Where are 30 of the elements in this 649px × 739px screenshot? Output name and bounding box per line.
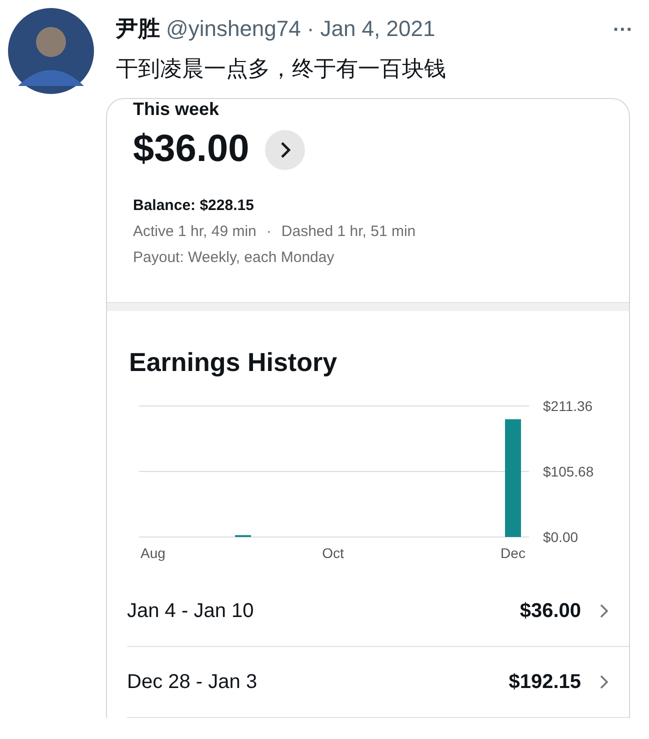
week-range: Dec 28 - Jan 3 (127, 670, 258, 694)
separator-dot: · (266, 223, 272, 240)
y-axis-label: $0.00 (543, 529, 578, 545)
x-axis-label: Dec (500, 545, 526, 561)
payout-text: Payout: Weekly, each Monday (133, 249, 336, 266)
chevron-right-icon (599, 674, 609, 690)
week-row[interactable]: Dec 28 - Jan 3 $192.15 (127, 647, 629, 718)
y-axis-label: $105.68 (543, 464, 594, 480)
week-range: Jan 4 - Jan 10 (127, 600, 255, 622)
more-icon[interactable]: ··· (613, 19, 633, 42)
dashed-time: Dashed 1 hr, 51 min (281, 223, 416, 240)
author-handle[interactable]: @yinsheng74 (166, 16, 301, 42)
chevron-right-icon (599, 603, 609, 619)
week-amount: $36.00 (133, 128, 250, 171)
post-text: 干到凌晨一点多，终于有一百块钱 (116, 55, 447, 83)
chevron-right-icon[interactable] (265, 130, 306, 170)
post-date[interactable]: Jan 4, 2021 (320, 16, 436, 42)
y-axis-label: $211.36 (543, 398, 593, 414)
week-amount: $36.00 (520, 600, 581, 622)
section-title: Earnings History (129, 347, 338, 378)
active-time: Active 1 hr, 49 min (133, 223, 256, 240)
week-row[interactable]: Jan 4 - Jan 10 $36.00 (127, 576, 629, 647)
x-axis-label: Aug (140, 545, 166, 561)
separator-dot: · (306, 16, 314, 42)
author-name[interactable]: 尹胜 (116, 14, 160, 44)
balance-text: Balance: $228.15 (133, 197, 255, 214)
period-label: This week (133, 99, 220, 120)
week-amount: $192.15 (508, 670, 581, 694)
avatar[interactable] (8, 8, 94, 94)
x-axis-label: Oct (322, 545, 344, 561)
